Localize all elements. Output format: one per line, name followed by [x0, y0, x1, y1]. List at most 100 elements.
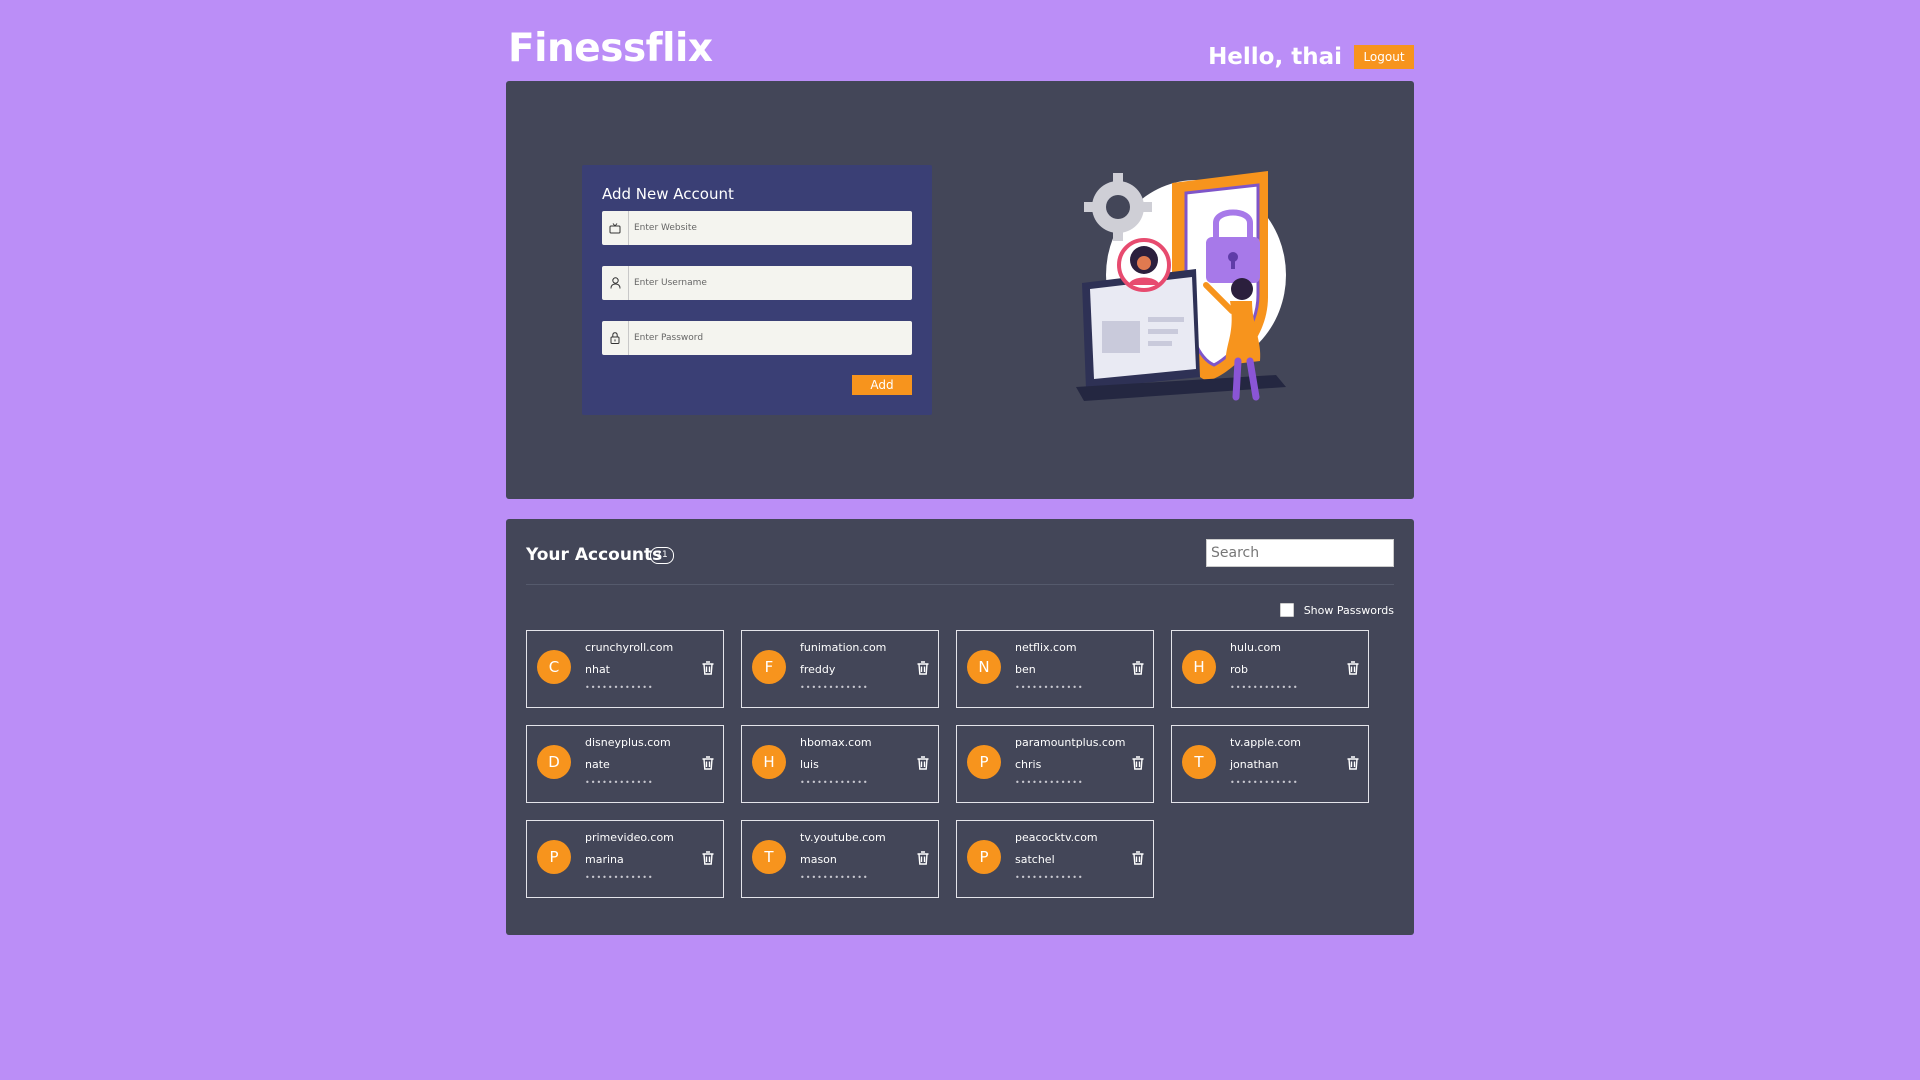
accounts-count-badge: 11: [650, 547, 674, 564]
account-password: ••••••••••••: [1015, 683, 1084, 692]
greeting: Hello, thai: [1208, 44, 1342, 70]
account-username: chris: [1015, 758, 1042, 771]
website-field: [602, 211, 912, 245]
account-website: netflix.com: [1015, 641, 1077, 654]
account-username: satchel: [1015, 853, 1055, 866]
password-input[interactable]: [630, 321, 910, 355]
account-password: ••••••••••••: [1230, 778, 1299, 787]
account-username: nate: [585, 758, 610, 771]
account-avatar: C: [537, 650, 571, 684]
account-password: ••••••••••••: [800, 683, 869, 692]
username-input[interactable]: [630, 266, 910, 300]
delete-account-button[interactable]: [701, 756, 715, 772]
trash-icon: [1347, 756, 1359, 770]
account-avatar: P: [537, 840, 571, 874]
logout-button[interactable]: Logout: [1354, 45, 1414, 69]
account-website: tv.youtube.com: [800, 831, 886, 844]
account-card: C crunchyroll.com nhat ••••••••••••: [526, 630, 724, 708]
delete-account-button[interactable]: [701, 851, 715, 867]
account-website: peacocktv.com: [1015, 831, 1098, 844]
security-illustration: [1076, 165, 1326, 415]
user-icon: [602, 266, 629, 300]
show-passwords-checkbox[interactable]: [1279, 603, 1294, 617]
account-avatar: P: [967, 745, 1001, 779]
trash-icon: [1132, 661, 1144, 675]
tv-icon: [602, 211, 629, 245]
account-avatar: T: [752, 840, 786, 874]
lock-icon: [602, 321, 629, 355]
avatar-badge-icon: [1117, 238, 1171, 292]
account-avatar: D: [537, 745, 571, 779]
add-account-form: Add New Account Enter Website Enter User…: [582, 165, 932, 415]
account-username: ben: [1015, 663, 1036, 676]
account-card: P primevideo.com marina ••••••••••••: [526, 820, 724, 898]
website-input[interactable]: [630, 211, 910, 245]
account-password: ••••••••••••: [800, 873, 869, 882]
add-button[interactable]: Add: [852, 375, 912, 395]
account-username: nhat: [585, 663, 610, 676]
account-username: mason: [800, 853, 837, 866]
trash-icon: [702, 661, 714, 675]
account-password: ••••••••••••: [1015, 778, 1084, 787]
trash-icon: [1347, 661, 1359, 675]
account-username: freddy: [800, 663, 836, 676]
account-website: hulu.com: [1230, 641, 1281, 654]
account-card: T tv.youtube.com mason ••••••••••••: [741, 820, 939, 898]
account-password: ••••••••••••: [1230, 683, 1299, 692]
accounts-title: Your Accounts: [526, 545, 663, 565]
account-username: jonathan: [1230, 758, 1279, 771]
account-website: crunchyroll.com: [585, 641, 674, 654]
account-card: H hbomax.com luis ••••••••••••: [741, 725, 939, 803]
trash-icon: [917, 851, 929, 865]
delete-account-button[interactable]: [1346, 756, 1360, 772]
search-input[interactable]: [1206, 539, 1394, 567]
account-username: marina: [585, 853, 624, 866]
account-card: T tv.apple.com jonathan ••••••••••••: [1171, 725, 1369, 803]
delete-account-button[interactable]: [916, 756, 930, 772]
trash-icon: [917, 661, 929, 675]
account-website: paramountplus.com: [1015, 736, 1126, 749]
account-username: rob: [1230, 663, 1248, 676]
app-logo: Finessflix: [508, 26, 713, 71]
account-website: funimation.com: [800, 641, 887, 654]
account-avatar: H: [1182, 650, 1216, 684]
delete-account-button[interactable]: [1131, 756, 1145, 772]
delete-account-button[interactable]: [916, 661, 930, 677]
username-field: [602, 266, 912, 300]
account-avatar: P: [967, 840, 1001, 874]
trash-icon: [702, 851, 714, 865]
account-password: ••••••••••••: [585, 873, 654, 882]
account-website: tv.apple.com: [1230, 736, 1301, 749]
account-avatar: H: [752, 745, 786, 779]
add-account-panel: Add New Account Enter Website Enter User…: [506, 81, 1414, 499]
trash-icon: [917, 756, 929, 770]
account-card: P paramountplus.com chris ••••••••••••: [956, 725, 1154, 803]
show-passwords-toggle[interactable]: Show Passwords: [1279, 603, 1394, 617]
password-field: [602, 321, 912, 355]
account-card: P peacocktv.com satchel ••••••••••••: [956, 820, 1154, 898]
delete-account-button[interactable]: [1346, 661, 1360, 677]
show-passwords-label: Show Passwords: [1303, 603, 1394, 617]
delete-account-button[interactable]: [1131, 851, 1145, 867]
accounts-header: Your Accounts 11: [526, 539, 1394, 585]
account-card: N netflix.com ben ••••••••••••: [956, 630, 1154, 708]
account-password: ••••••••••••: [1015, 873, 1084, 882]
account-website: disneyplus.com: [585, 736, 671, 749]
delete-account-button[interactable]: [701, 661, 715, 677]
account-avatar: F: [752, 650, 786, 684]
account-website: primevideo.com: [585, 831, 674, 844]
account-password: ••••••••••••: [800, 778, 869, 787]
page: Finessflix Hello, thai Logout Add New Ac…: [0, 0, 1920, 1080]
trash-icon: [1132, 851, 1144, 865]
account-card: H hulu.com rob ••••••••••••: [1171, 630, 1369, 708]
account-password: ••••••••••••: [585, 778, 654, 787]
header: Finessflix Hello, thai Logout: [506, 24, 1414, 78]
delete-account-button[interactable]: [916, 851, 930, 867]
account-avatar: N: [967, 650, 1001, 684]
accounts-panel: Your Accounts 11 Show Passwords C crunch…: [506, 519, 1414, 935]
account-username: luis: [800, 758, 819, 771]
account-card: F funimation.com freddy ••••••••••••: [741, 630, 939, 708]
account-card: D disneyplus.com nate ••••••••••••: [526, 725, 724, 803]
trash-icon: [1132, 756, 1144, 770]
delete-account-button[interactable]: [1131, 661, 1145, 677]
